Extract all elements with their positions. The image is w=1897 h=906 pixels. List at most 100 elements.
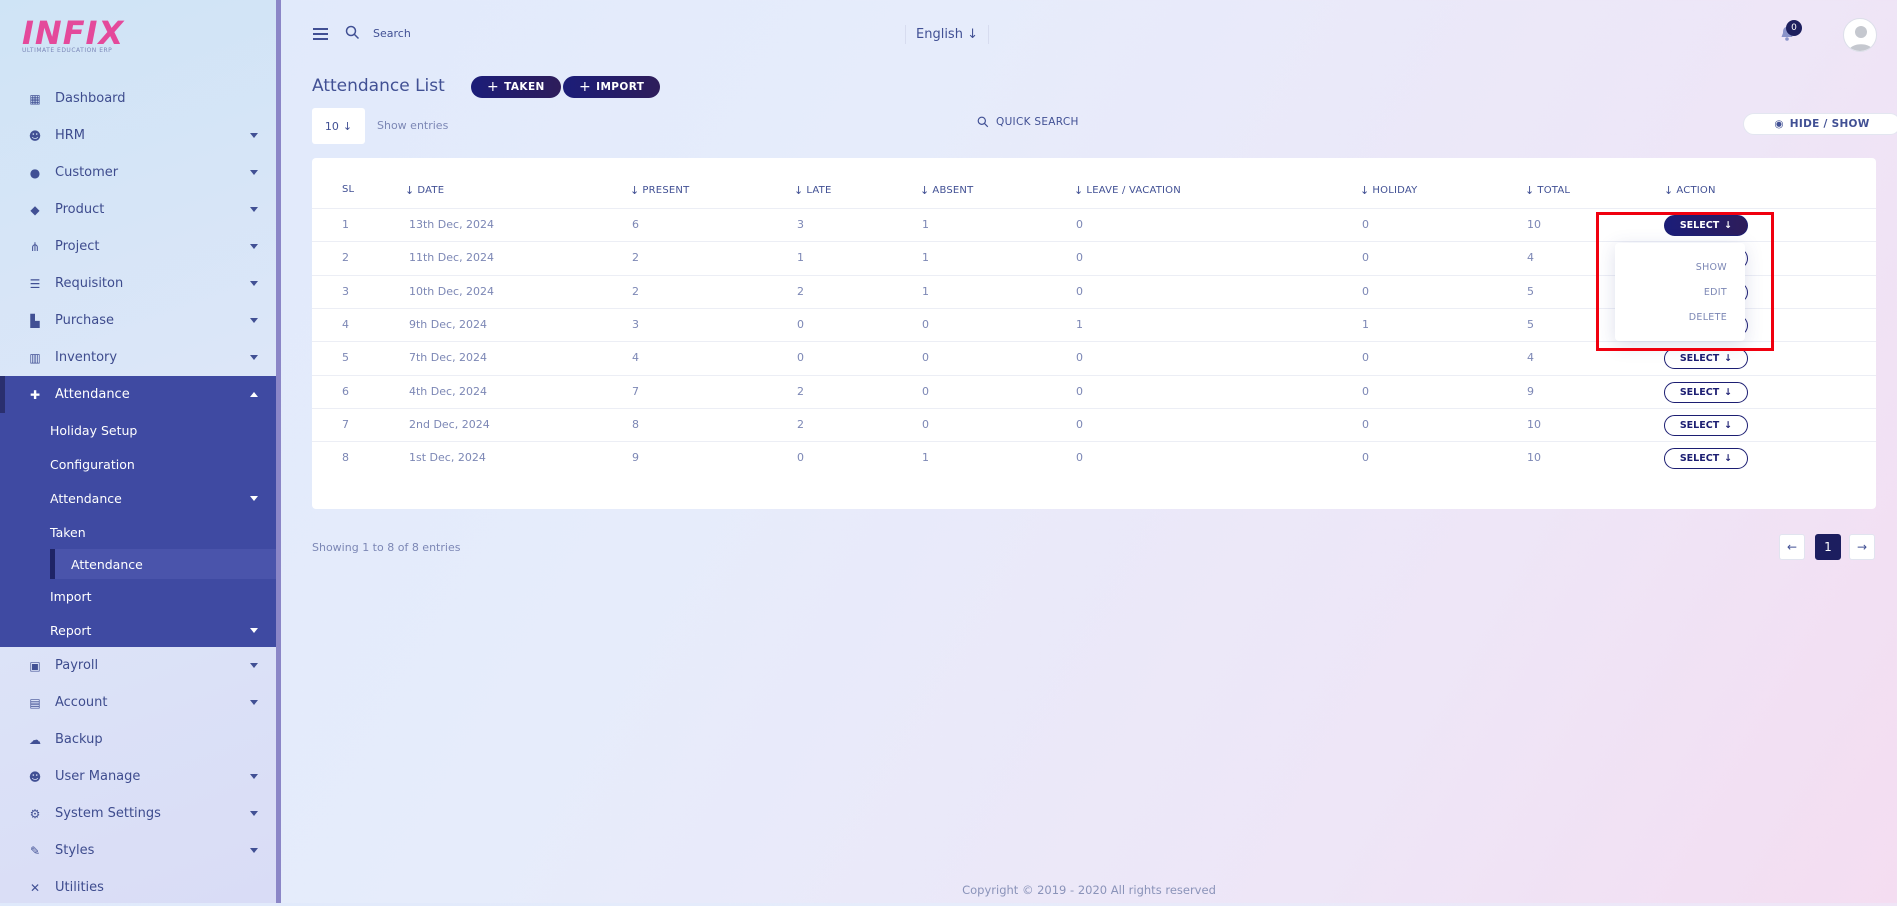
cell-date: 9th Dec, 2024 bbox=[409, 317, 488, 331]
cell-holiday: 0 bbox=[1362, 417, 1369, 431]
cell-sl: 1 bbox=[342, 218, 349, 231]
th-total[interactable]: ↓ TOTAL bbox=[1525, 184, 1570, 197]
cell-late: 1 bbox=[797, 251, 804, 265]
select-button[interactable]: SELECT ↓ bbox=[1664, 381, 1748, 403]
sidebar-item-requisiton[interactable]: ☰ Requisiton bbox=[0, 265, 276, 302]
sidebar-item-project[interactable]: ⋔ Project bbox=[0, 228, 276, 265]
th-present[interactable]: ↓ PRESENT bbox=[630, 184, 689, 197]
sidebar-sub-report[interactable]: Report bbox=[0, 613, 276, 647]
sort-arrow-icon: ↓ bbox=[1525, 184, 1535, 197]
sidebar-item-label: User Manage bbox=[55, 769, 141, 784]
entries-value: 10 bbox=[324, 119, 339, 133]
sidebar-sub-holiday-setup[interactable]: Holiday Setup bbox=[0, 413, 276, 447]
cell-absent: 1 bbox=[922, 451, 929, 465]
select-button[interactable]: SELECT ↓ bbox=[1664, 448, 1748, 470]
users-icon: ☻ bbox=[28, 769, 42, 784]
next-page-button[interactable]: → bbox=[1849, 534, 1875, 560]
sidebar-item-backup[interactable]: ☁ Backup bbox=[0, 721, 276, 758]
cell-present: 7 bbox=[632, 384, 639, 398]
sidebar-item-hrm[interactable]: ☻ HRM bbox=[0, 117, 276, 154]
sidebar-sub-configuration[interactable]: Configuration bbox=[0, 447, 276, 481]
cell-date: 13th Dec, 2024 bbox=[409, 218, 495, 231]
search-input[interactable] bbox=[371, 22, 531, 44]
table-row: 7 2nd Dec, 2024 8 2 0 0 0 10 SELECT ↓ bbox=[312, 407, 1876, 441]
th-date[interactable]: ↓ DATE bbox=[405, 184, 444, 197]
sidebar-item-label: Styles bbox=[55, 843, 95, 858]
cell-present: 9 bbox=[632, 451, 639, 465]
sidebar-item-account[interactable]: ▤ Account bbox=[0, 684, 276, 721]
th-holiday[interactable]: ↓ HOLIDAY bbox=[1360, 184, 1417, 197]
grid-icon: ▦ bbox=[29, 91, 41, 106]
sidebar-sub-taken[interactable]: Taken bbox=[0, 515, 276, 549]
sidebar-item-payroll[interactable]: ▣ Payroll bbox=[0, 647, 276, 684]
caret-down-icon bbox=[250, 281, 258, 286]
cell-date: 2nd Dec, 2024 bbox=[409, 417, 490, 431]
quick-search-label: QUICK SEARCH bbox=[996, 116, 1079, 128]
cell-late: 0 bbox=[797, 317, 804, 331]
cell-date: 1st Dec, 2024 bbox=[409, 451, 486, 465]
sidebar-item-product[interactable]: ◆ Product bbox=[0, 191, 276, 228]
import-button[interactable]: + IMPORT bbox=[563, 76, 661, 98]
th-label: LATE bbox=[806, 185, 832, 196]
entries-select[interactable]: 10 ↓ bbox=[312, 108, 365, 144]
sub-label: Holiday Setup bbox=[50, 422, 138, 438]
cell-holiday: 1 bbox=[1362, 317, 1369, 331]
cell-late: 3 bbox=[797, 218, 804, 231]
barcode-icon: ▥ bbox=[29, 350, 41, 365]
th-leave[interactable]: ↓ LEAVE / VACATION bbox=[1074, 184, 1181, 197]
hide-show-button[interactable]: ◉ HIDE / SHOW bbox=[1743, 113, 1897, 135]
sort-arrow-icon: ↓ bbox=[630, 184, 640, 197]
th-action[interactable]: ↓ ACTION bbox=[1664, 184, 1716, 197]
th-late[interactable]: ↓ LATE bbox=[794, 184, 832, 197]
language-label: English bbox=[916, 27, 963, 42]
sidebar-item-label: Customer bbox=[55, 165, 119, 180]
sidebar-item-label: System Settings bbox=[55, 806, 161, 821]
search-icon bbox=[345, 25, 360, 40]
sidebar-item-user-manage[interactable]: ☻ User Manage bbox=[0, 758, 276, 795]
people-icon: ☻ bbox=[28, 128, 42, 143]
brand-logo[interactable]: INFIX ULTIMATE EDUCATION ERP bbox=[22, 16, 124, 54]
cell-absent: 0 bbox=[922, 317, 929, 331]
sidebar-item-system-settings[interactable]: ⚙ System Settings bbox=[0, 795, 276, 832]
select-button[interactable]: SELECT ↓ bbox=[1664, 414, 1748, 436]
quick-search[interactable]: QUICK SEARCH bbox=[977, 116, 1079, 128]
select-label: SELECT bbox=[1679, 453, 1720, 465]
sidebar-item-customer[interactable]: ● Customer bbox=[0, 154, 276, 191]
sub-label: Attendance bbox=[50, 490, 122, 506]
cell-sl: 4 bbox=[342, 317, 349, 331]
sidebar-sub-import[interactable]: Import bbox=[0, 579, 276, 613]
taken-button[interactable]: + TAKEN bbox=[471, 76, 561, 98]
sort-arrow-icon: ↓ bbox=[1664, 184, 1674, 197]
sidebar-item-label: Inventory bbox=[55, 350, 118, 365]
avatar[interactable] bbox=[1843, 18, 1877, 52]
menu-toggle-icon[interactable] bbox=[313, 28, 328, 40]
cell-late: 0 bbox=[797, 351, 804, 365]
cell-sl: 6 bbox=[342, 384, 349, 398]
sidebar-sub-attendance[interactable]: Attendance bbox=[0, 481, 276, 515]
hide-show-label: HIDE / SHOW bbox=[1789, 118, 1870, 130]
select-label: SELECT bbox=[1679, 386, 1720, 398]
sub-label: Attendance bbox=[71, 556, 143, 572]
arrow-down-icon: ↓ bbox=[967, 27, 978, 42]
language-select[interactable]: English ↓ bbox=[905, 25, 989, 44]
select-button[interactable]: SELECT ↓ bbox=[1664, 348, 1748, 370]
sidebar-item-purchase[interactable]: ▙ Purchase bbox=[0, 302, 276, 339]
sidebar-item-attendance[interactable]: ✚ Attendance bbox=[0, 376, 276, 413]
sidebar-item-label: Project bbox=[55, 239, 100, 254]
sidebar-subsub-attendance[interactable]: Attendance bbox=[50, 549, 276, 579]
sidebar-item-dashboard[interactable]: ▦ Dashboard bbox=[0, 80, 276, 117]
prev-page-button[interactable]: ← bbox=[1779, 534, 1805, 560]
page-button-1[interactable]: 1 bbox=[1815, 534, 1841, 560]
cell-holiday: 0 bbox=[1362, 384, 1369, 398]
showing-entries: Showing 1 to 8 of 8 entries bbox=[312, 541, 461, 554]
arrow-down-icon: ↓ bbox=[1724, 386, 1733, 398]
cell-late: 0 bbox=[797, 451, 804, 465]
sidebar-item-inventory[interactable]: ▥ Inventory bbox=[0, 339, 276, 376]
sidebar-item-label: Purchase bbox=[55, 313, 115, 328]
plus-icon: + bbox=[579, 79, 592, 95]
copyright: Copyright © 2019 - 2020 All rights reser… bbox=[962, 883, 1216, 897]
cell-leave: 0 bbox=[1076, 384, 1083, 398]
arrow-down-icon: ↓ bbox=[342, 119, 353, 133]
th-absent[interactable]: ↓ ABSENT bbox=[920, 184, 973, 197]
sidebar-item-styles[interactable]: ✎ Styles bbox=[0, 832, 276, 869]
